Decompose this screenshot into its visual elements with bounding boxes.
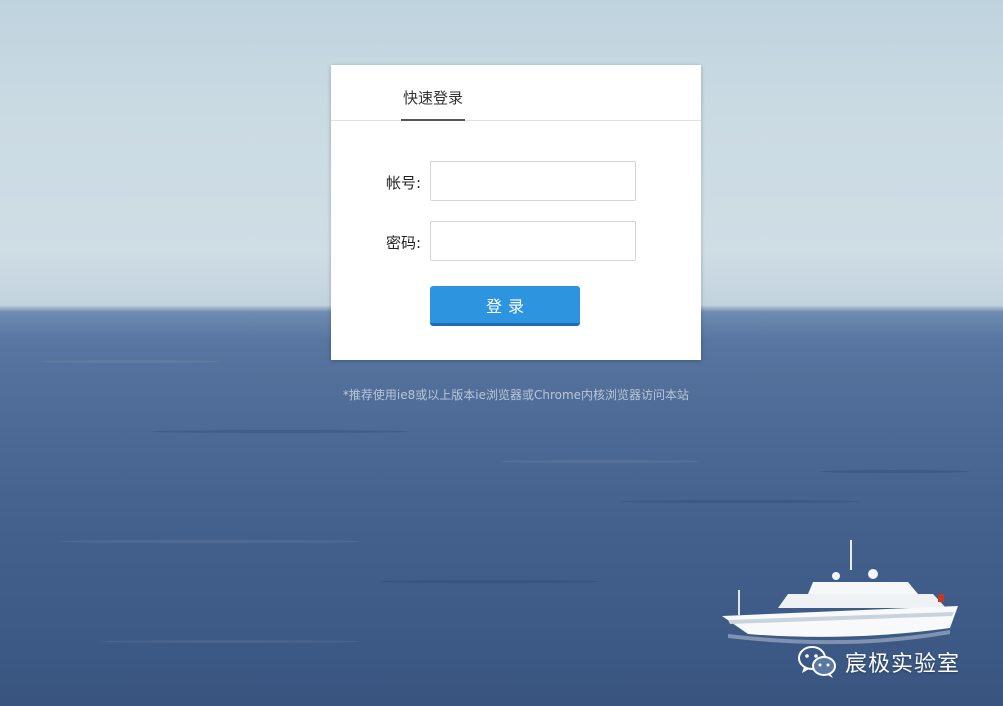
password-label: 密码: [385,234,421,252]
watermark: 宸极实验室 [797,644,960,680]
login-tab-bar: 快速登录 [331,65,701,121]
login-button[interactable]: 登录 [430,286,580,326]
yacht-image [722,540,958,645]
tab-quick-login[interactable]: 快速登录 [401,87,465,121]
account-label: 帐号: [385,174,421,192]
login-panel: 快速登录 帐号: 密码: 登录 [331,65,701,360]
wechat-icon [798,646,836,678]
watermark-text: 宸极实验室 [845,652,961,677]
account-input[interactable] [430,161,636,201]
browser-hint-text: *推荐使用ie8或以上版本ie浏览器或Chrome内核浏览器访问本站 [342,388,690,402]
password-input[interactable] [430,221,636,261]
